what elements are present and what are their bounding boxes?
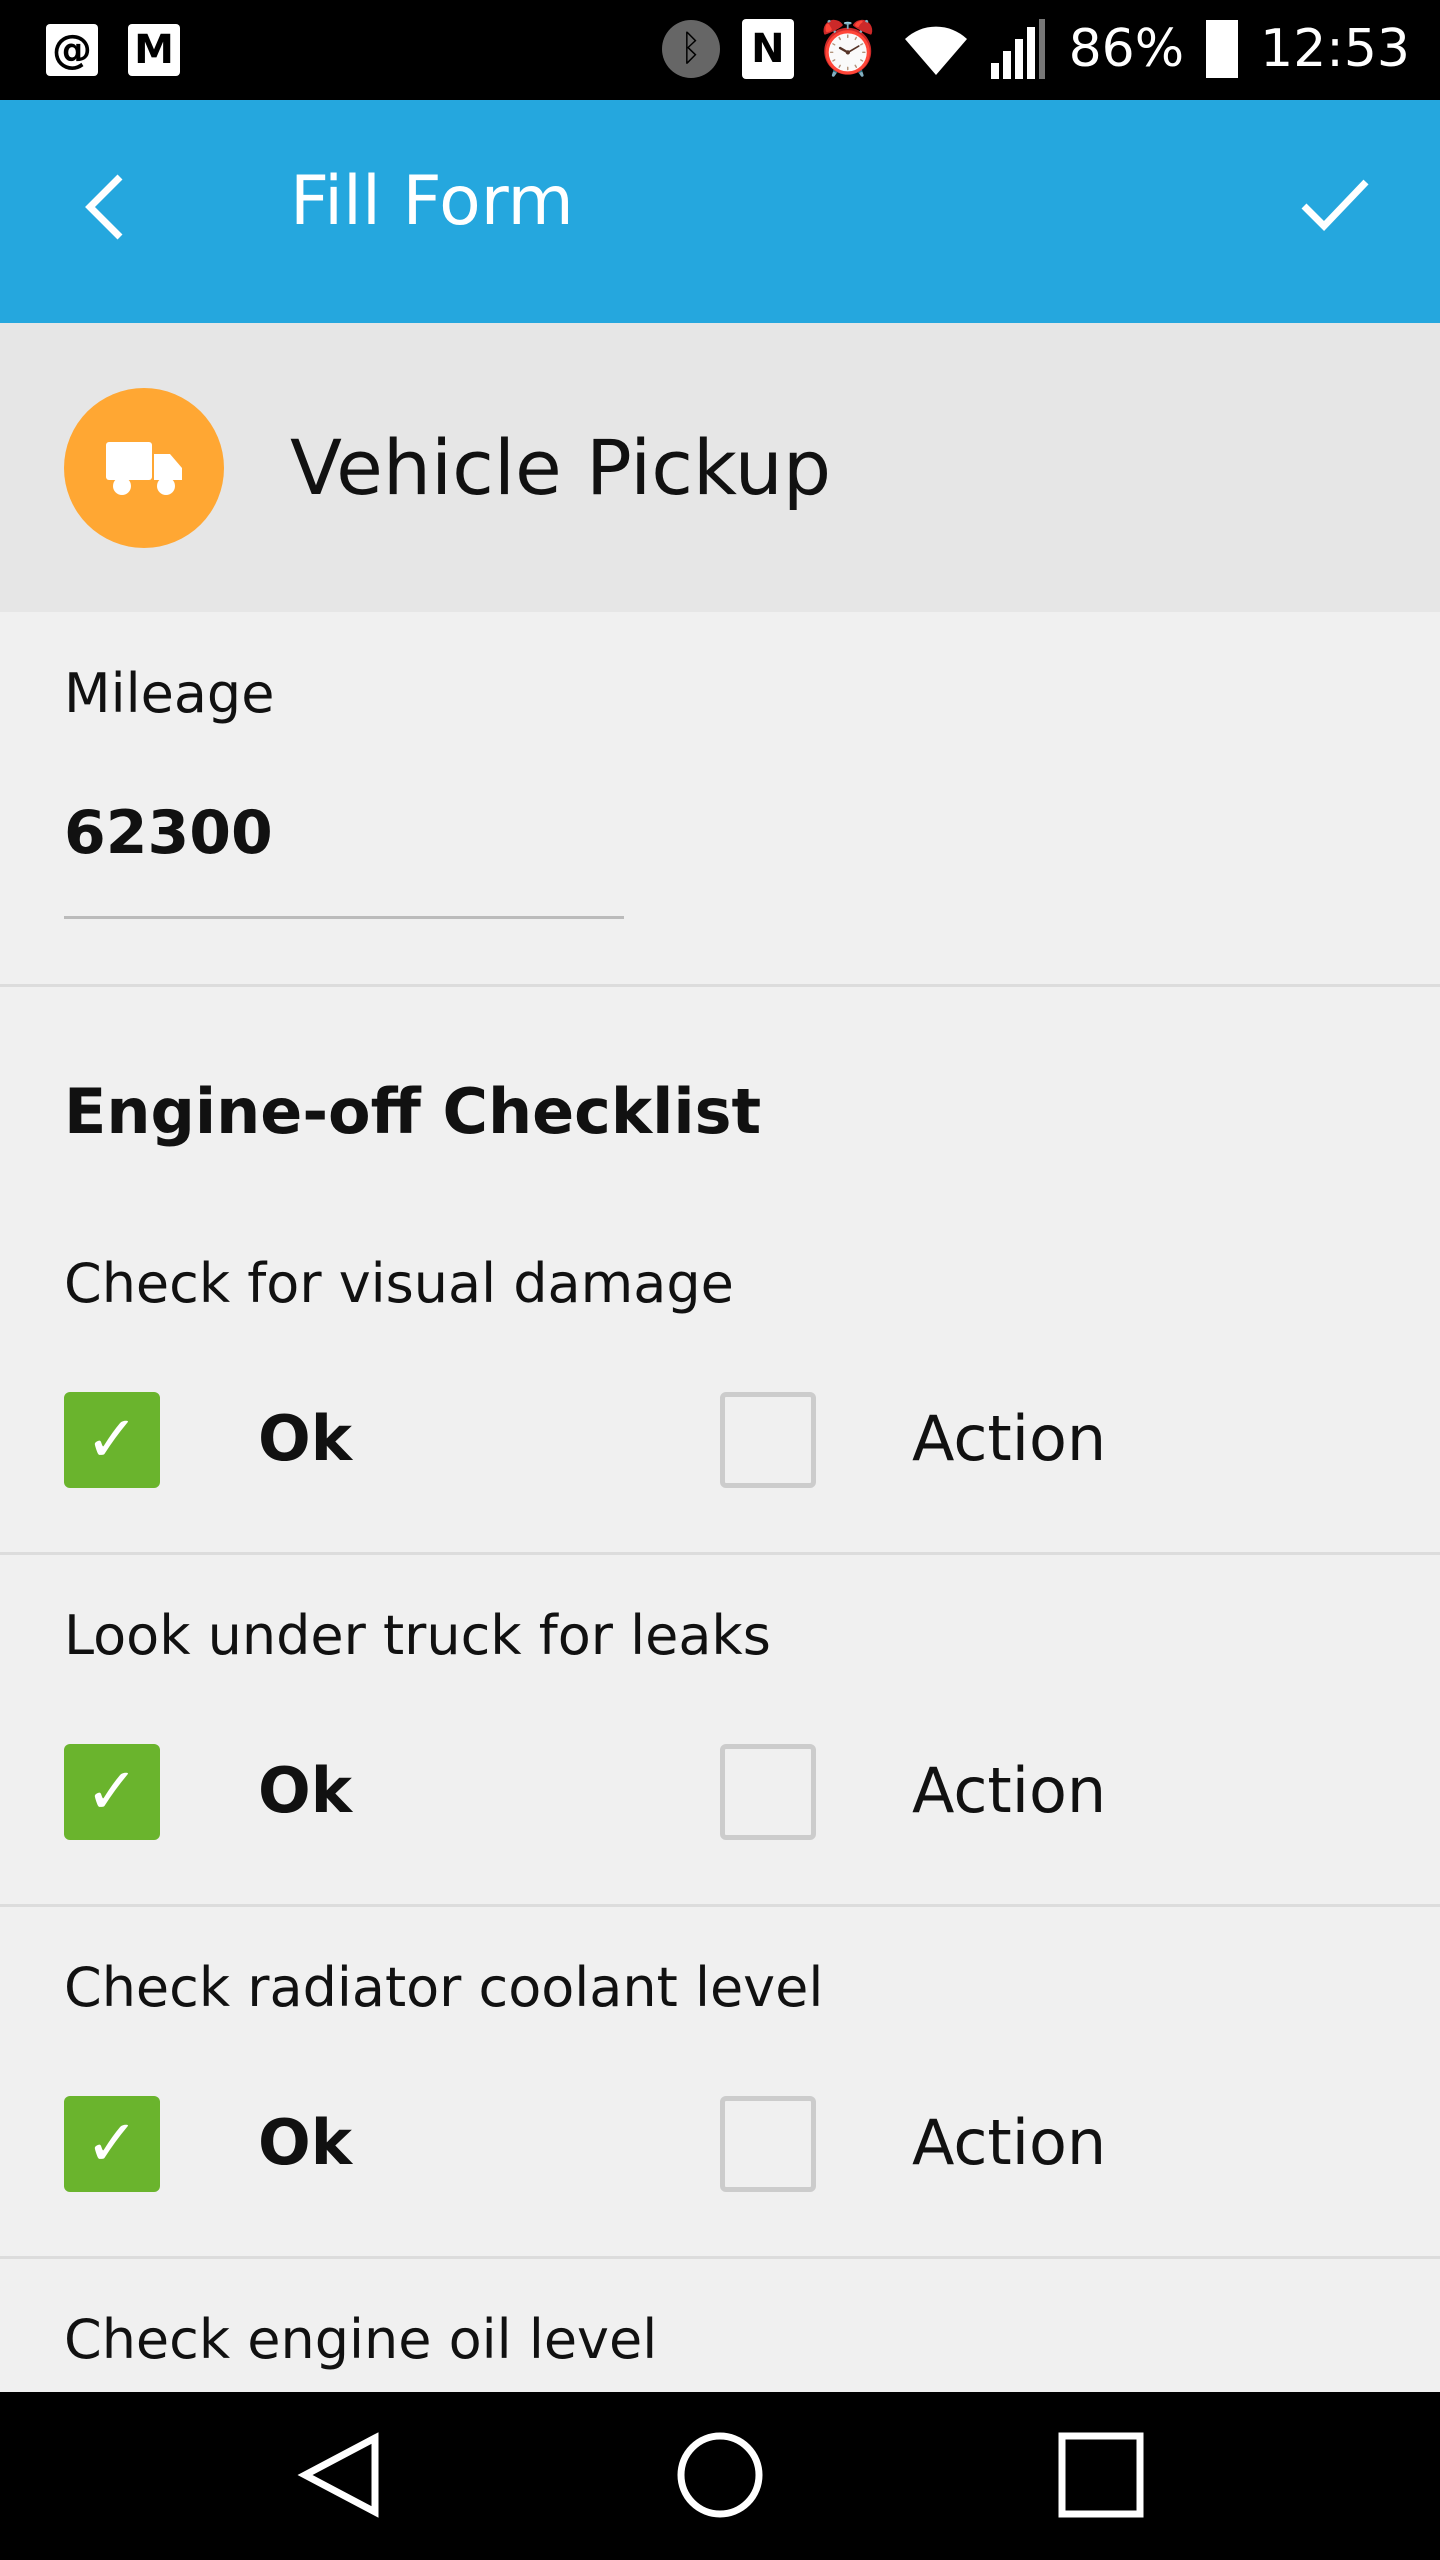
check-icon xyxy=(1301,179,1369,232)
battery-icon xyxy=(1206,19,1239,78)
back-nav-button[interactable] xyxy=(295,2430,385,2524)
checklist-item-label: Check for visual damage xyxy=(64,1252,734,1315)
app-bar: Fill Form xyxy=(0,100,1440,323)
page-title: Fill Form xyxy=(290,162,574,241)
mileage-label: Mileage xyxy=(64,662,275,725)
battery-percent: 86% xyxy=(1068,18,1185,79)
ok-label: Ok xyxy=(258,1402,352,1475)
action-checkbox[interactable] xyxy=(720,1744,816,1840)
at-sign-icon: @ xyxy=(46,24,98,76)
form-title: Vehicle Pickup xyxy=(290,423,832,512)
signal-icon xyxy=(990,18,1045,79)
divider xyxy=(0,1552,1440,1555)
gmail-icon: M xyxy=(128,24,180,76)
action-checkbox[interactable] xyxy=(720,1392,816,1488)
wifi-icon xyxy=(904,26,967,75)
clock: 12:53 xyxy=(1260,18,1410,79)
mileage-input[interactable]: 62300 xyxy=(64,798,624,898)
square-recents-icon xyxy=(1058,2432,1144,2518)
triangle-back-icon xyxy=(297,2432,379,2518)
checklist-item-label: Look under truck for leaks xyxy=(64,1604,771,1667)
nfc-icon: N xyxy=(741,18,794,79)
checklist-item-label: Check radiator coolant level xyxy=(64,1956,824,2019)
recents-nav-button[interactable] xyxy=(1056,2430,1146,2524)
truck-icon xyxy=(64,388,224,548)
circle-home-icon xyxy=(677,2432,763,2518)
alarm-icon: ⏰ xyxy=(815,19,881,79)
navigation-bar xyxy=(0,2392,1440,2560)
bluetooth-icon: ᛒ xyxy=(661,19,720,78)
action-label: Action xyxy=(912,1402,1107,1475)
ok-checkbox[interactable]: ✓ xyxy=(64,1392,160,1488)
ok-checkbox[interactable]: ✓ xyxy=(64,1744,160,1840)
action-label: Action xyxy=(912,1754,1107,1827)
status-bar: @ M ᛒ N ⏰ 86% 12:53 xyxy=(0,0,1440,100)
confirm-button[interactable] xyxy=(1300,160,1370,253)
checklist-item-label: Check engine oil level xyxy=(64,2308,658,2371)
divider xyxy=(0,1904,1440,1907)
home-nav-button[interactable] xyxy=(675,2430,765,2524)
section-title: Engine-off Checklist xyxy=(64,1075,762,1148)
action-checkbox[interactable] xyxy=(720,2096,816,2192)
ok-label: Ok xyxy=(258,1754,352,1827)
back-button[interactable] xyxy=(80,168,130,261)
form-header: Vehicle Pickup xyxy=(0,323,1440,612)
divider xyxy=(0,2256,1440,2259)
ok-label: Ok xyxy=(258,2106,352,2179)
ok-checkbox[interactable]: ✓ xyxy=(64,2096,160,2192)
divider xyxy=(0,984,1440,987)
chevron-left-icon xyxy=(85,174,123,240)
mileage-underline xyxy=(64,916,624,919)
action-label: Action xyxy=(912,2106,1107,2179)
